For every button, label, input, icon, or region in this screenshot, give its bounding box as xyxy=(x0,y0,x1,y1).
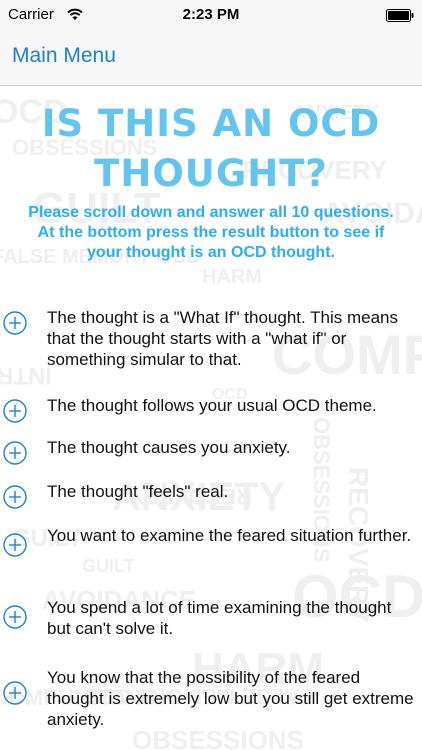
plus-circle-icon[interactable] xyxy=(3,399,27,423)
background-word: OBSESSIONS xyxy=(132,725,304,750)
background-word: GUILT xyxy=(82,556,135,576)
instructions-text: Please scroll down and answer all 10 que… xyxy=(28,204,394,261)
question-text: You want to examine the feared situation… xyxy=(47,526,412,545)
question-text: You spend a lot of time examining the th… xyxy=(47,598,392,638)
quiz-content[interactable]: OCDOBSESSIONSANXIETYRECOVERYGUILTAVOIDAN… xyxy=(0,87,422,750)
navigation-bar: Main Menu xyxy=(0,30,422,86)
status-bar: Carrier 2:23 PM xyxy=(0,0,422,30)
clock: 2:23 PM xyxy=(182,6,240,23)
plus-circle-icon[interactable] xyxy=(3,605,27,629)
page-title: IS THIS AN OCD THOUGHT? xyxy=(41,102,381,195)
battery-icon xyxy=(386,9,414,22)
background-word: INTRUSIVE THOUGHTS xyxy=(0,362,52,389)
question-text: You know that the possibility of the fea… xyxy=(47,668,414,729)
question-text: The thought is a "What If" thought. This… xyxy=(47,308,398,369)
plus-circle-icon[interactable] xyxy=(3,311,27,335)
plus-circle-icon[interactable] xyxy=(3,533,27,557)
background-word: HARM xyxy=(202,266,262,288)
plus-circle-icon[interactable] xyxy=(3,441,27,465)
question-text: The thought "feels" real. xyxy=(47,482,229,501)
background-word: ANXIETY xyxy=(0,347,4,443)
plus-circle-icon[interactable] xyxy=(3,485,27,509)
question-text: The thought causes you anxiety. xyxy=(47,438,291,457)
question-text: The thought follows your usual OCD theme… xyxy=(47,396,377,415)
plus-circle-icon[interactable] xyxy=(3,681,27,705)
main-menu-button[interactable]: Main Menu xyxy=(12,44,116,68)
